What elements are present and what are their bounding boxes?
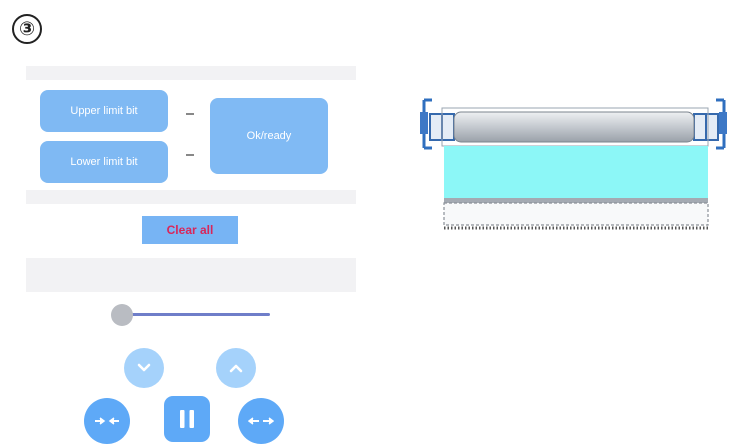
- connector-dash-upper: [186, 113, 194, 115]
- chevron-down-icon: [137, 363, 151, 372]
- position-slider-track[interactable]: [122, 313, 270, 316]
- upper-limit-label: Upper limit bit: [70, 105, 138, 117]
- ready-status-label: Ok/ready: [246, 130, 292, 142]
- step-number-badge: ③: [12, 14, 42, 44]
- arrows-outward-icon: [248, 417, 274, 425]
- bottom-rail: [444, 198, 708, 203]
- connector-dash-lower: [186, 154, 194, 156]
- chevron-up-icon: [229, 364, 243, 373]
- section-divider-bottom: [26, 258, 356, 292]
- move-up-button[interactable]: [216, 348, 256, 388]
- move-down-button[interactable]: [124, 348, 164, 388]
- pause-button[interactable]: [164, 396, 210, 442]
- blind-fabric: [444, 146, 708, 198]
- blind-diagram: [420, 98, 727, 230]
- pause-icon: [180, 410, 194, 428]
- lower-limit-label: Lower limit bit: [70, 156, 138, 168]
- open-outward-button[interactable]: [238, 398, 284, 444]
- lower-limit-button[interactable]: Lower limit bit: [40, 141, 168, 183]
- base-plate: [443, 202, 709, 226]
- roller-tube: [453, 111, 695, 143]
- arrows-inward-icon: [95, 417, 119, 425]
- section-divider-top: [26, 66, 356, 80]
- clear-all-button[interactable]: Clear all: [142, 216, 238, 244]
- section-divider-middle: [26, 190, 356, 204]
- upper-limit-button[interactable]: Upper limit bit: [40, 90, 168, 132]
- close-inward-button[interactable]: [84, 398, 130, 444]
- position-slider-thumb[interactable]: [111, 304, 133, 326]
- clear-all-label: Clear all: [166, 223, 214, 237]
- ready-status-box: Ok/ready: [210, 98, 328, 174]
